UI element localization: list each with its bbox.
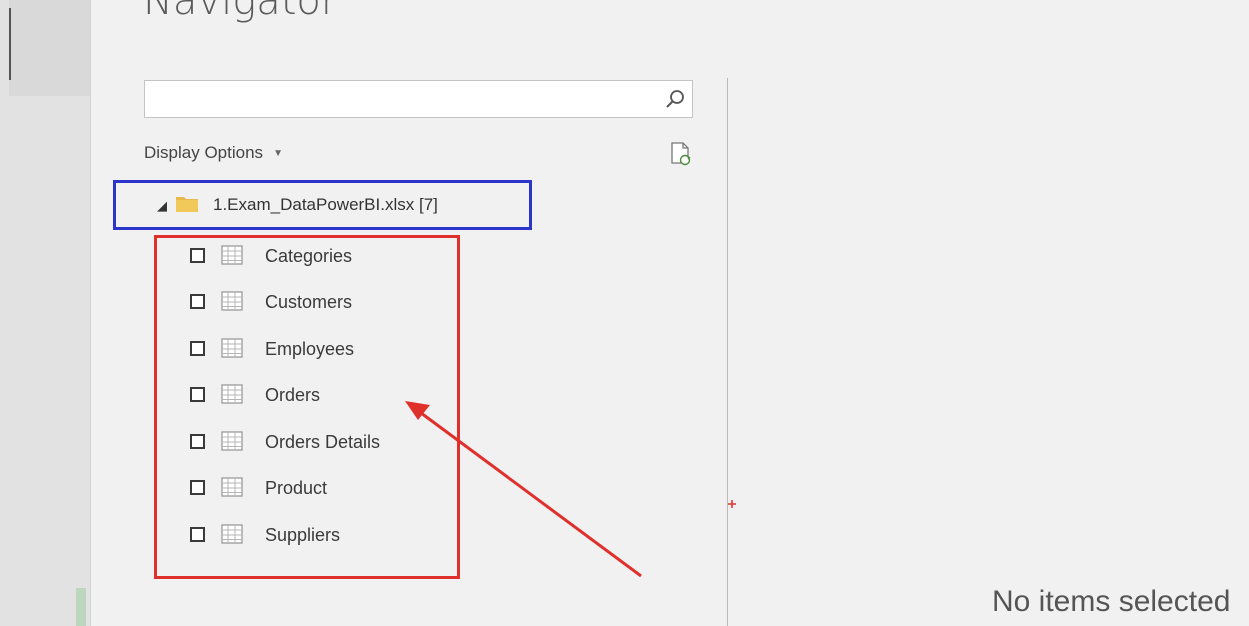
navigator-dialog: Navigator Display Options ▼ ◢ 1.Exam_Data… — [91, 0, 1249, 626]
item-label: Categories — [265, 246, 353, 266]
tree-item-categories[interactable]: Categories — [190, 236, 490, 276]
tree-item-employees[interactable]: Employees — [190, 329, 490, 369]
background-window — [0, 0, 91, 626]
background-panel — [9, 0, 90, 96]
search-icon[interactable] — [664, 88, 686, 110]
table-icon — [221, 524, 243, 544]
item-label: Product — [265, 478, 328, 498]
background-edge — [9, 8, 11, 80]
item-label: Orders — [265, 385, 321, 405]
table-icon — [221, 338, 243, 358]
chevron-down-icon: ▼ — [273, 148, 283, 159]
item-label: Suppliers — [265, 525, 341, 545]
refresh-icon[interactable] — [669, 141, 693, 167]
table-icon — [221, 291, 243, 311]
item-label: Customers — [265, 292, 353, 312]
search-input[interactable] — [145, 81, 671, 117]
item-checkbox[interactable] — [190, 387, 205, 402]
tree-item-orders-details[interactable]: Orders Details — [190, 422, 490, 462]
item-checkbox[interactable] — [190, 294, 205, 309]
preview-empty-message: No items selected — [992, 585, 1231, 618]
display-options-dropdown[interactable]: Display Options ▼ — [144, 143, 283, 163]
search-box[interactable] — [144, 80, 693, 118]
item-checkbox[interactable] — [190, 527, 205, 542]
tree-item-orders[interactable]: Orders — [190, 375, 490, 415]
tree-item-suppliers[interactable]: Suppliers — [190, 515, 490, 555]
table-icon — [221, 477, 243, 497]
tree-root-workbook[interactable]: ◢ 1.Exam_DataPowerBI.xlsx [7] — [113, 180, 532, 230]
item-checkbox[interactable] — [190, 434, 205, 449]
dialog-title: Navigator — [143, 0, 338, 24]
item-checkbox[interactable] — [190, 341, 205, 356]
table-icon — [221, 384, 243, 404]
item-label: Employees — [265, 339, 355, 359]
table-icon — [221, 245, 243, 265]
display-options-label: Display Options — [144, 143, 264, 162]
background-accent — [76, 588, 86, 626]
item-label: Orders Details — [265, 432, 381, 452]
item-checkbox[interactable] — [190, 480, 205, 495]
tree-item-customers[interactable]: Customers — [190, 282, 490, 322]
folder-icon — [176, 197, 198, 212]
expand-triangle-icon[interactable]: ◢ — [157, 198, 167, 214]
table-icon — [221, 431, 243, 451]
pane-divider[interactable] — [727, 78, 728, 626]
tree-item-product[interactable]: Product — [190, 468, 490, 508]
item-checkbox[interactable] — [190, 248, 205, 263]
tree-root-label: 1.Exam_DataPowerBI.xlsx [7] — [213, 195, 438, 214]
